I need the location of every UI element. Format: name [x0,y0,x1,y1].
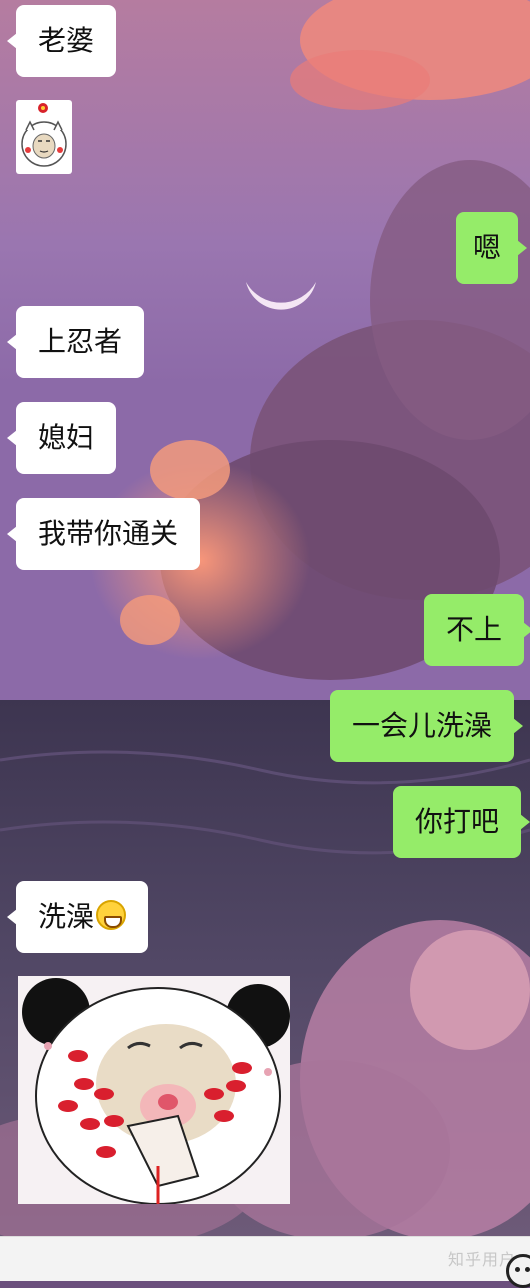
received-message[interactable]: 上忍者 [6,306,145,378]
message-text: 嗯 [472,231,501,264]
received-message[interactable]: 洗澡 [6,881,149,953]
received-message[interactable]: 媳妇 [6,402,117,474]
eye [515,1267,520,1272]
message-text: 老婆 [38,24,95,57]
meme-face-sticker[interactable] [16,100,72,174]
eye [525,1267,530,1272]
sent-message[interactable]: 一会儿洗澡 [330,690,524,762]
smiley-icon[interactable] [506,1254,530,1288]
message-text: 我带你通关 [38,517,179,550]
received-message[interactable]: 我带你通关 [6,498,201,570]
message-text: 媳妇 [38,421,95,454]
grinning-emoji-icon [96,900,127,930]
message-text: 不上 [446,613,503,646]
panda-kiss-sticker[interactable] [18,976,290,1204]
sent-message[interactable]: 不上 [424,594,530,666]
message-text: 一会儿洗澡 [352,709,493,742]
message-text: 上忍者 [38,325,123,358]
sent-message[interactable]: 你打吧 [393,786,530,858]
message-text: 洗澡 [38,900,95,933]
meme-face-icon [21,103,67,167]
panda-kiss-icon [22,978,290,1204]
message-text: 你打吧 [415,805,500,838]
sent-message[interactable]: 嗯 [456,212,527,284]
received-message[interactable]: 老婆 [6,5,117,77]
